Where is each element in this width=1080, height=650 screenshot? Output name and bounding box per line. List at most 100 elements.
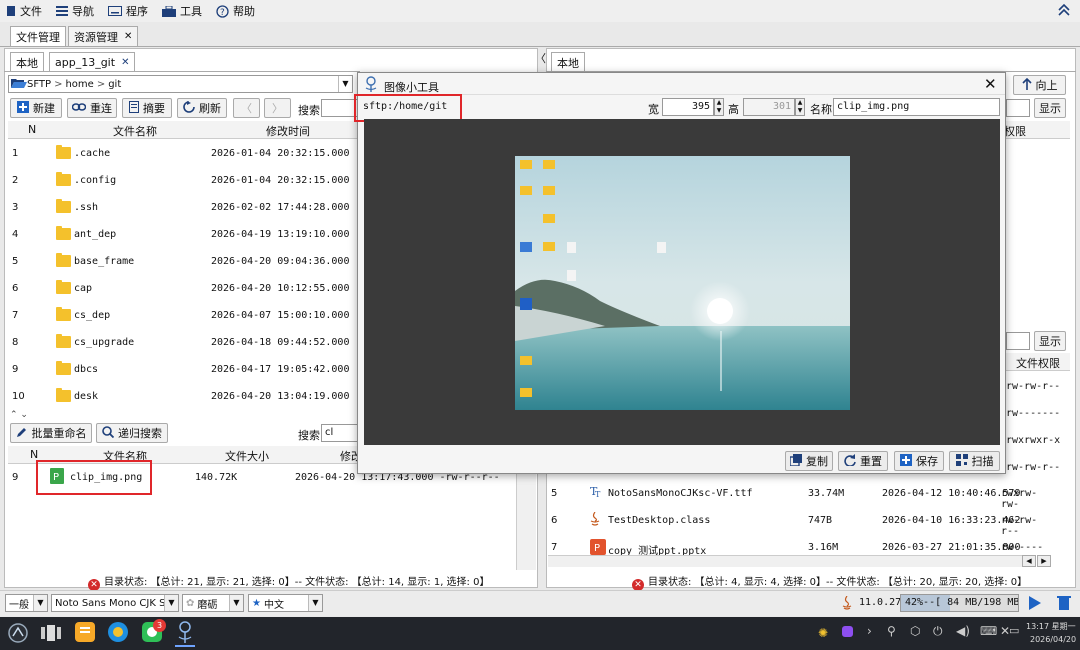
document-icon [129,100,139,116]
table-row[interactable]: 3 .ssh 2026-02-02 17:44:28.000 [8,194,358,221]
summary-button-label: 摘要 [143,102,165,115]
height-spinner[interactable]: ▲ ▼ [795,98,805,116]
power-icon[interactable]: ⏻ [933,624,943,639]
chat-bubble-icon[interactable]: ▭ [1009,624,1019,637]
volume-icon[interactable]: ◀) [956,624,970,638]
table-row[interactable]: 2 .config 2026-01-04 20:32:15.000 [8,167,358,194]
menu-tools[interactable]: 工具 [162,3,202,19]
lower-search-input[interactable]: cl [321,424,359,442]
reconnect-button[interactable]: 重连 [67,98,117,118]
header-perm-lower[interactable]: 文件权限 [1016,355,1060,371]
show-button[interactable]: 显示 [1034,98,1066,118]
horizontal-scrollbar[interactable] [548,555,1026,567]
right-perm-header: 权限 [1004,121,1070,139]
width-input[interactable]: 395 [662,98,714,116]
menu-help[interactable]: ? 帮助 [216,3,255,19]
refresh-icon [183,100,195,116]
brightness-icon[interactable]: ✺ [818,626,828,640]
search-icon[interactable]: ⚲ [887,624,896,638]
tab-local-left[interactable]: 本地 [10,52,44,72]
menu-nav[interactable]: 导航 [56,3,94,19]
table-row[interactable]: 6 cap 2026-04-20 10:12:55.000 [8,275,358,302]
table-row[interactable]: 8 cs_upgrade 2026-04-18 09:44:52.000 [8,329,358,356]
menu-program[interactable]: 程序 [108,3,148,19]
table-row[interactable]: 4 ant_dep 2026-04-19 13:19:10.000 [8,221,358,248]
play-icon[interactable] [1028,595,1042,614]
summary-button[interactable]: 摘要 [122,98,172,118]
copy-button[interactable]: 复制 [785,451,833,471]
memory-bar[interactable]: 42%--[ 84 MB/198 MB ] [900,594,1019,612]
batch-rename-button[interactable]: 批量重命名 [10,423,92,443]
keyboard-icon[interactable]: ⌨ [980,624,997,638]
launcher-icon[interactable] [8,623,28,646]
network-icon[interactable]: ⬡ [910,624,920,638]
height-input[interactable]: 301 [743,98,795,116]
new-button[interactable]: 新建 [10,98,62,118]
tab-local-right[interactable]: 本地 [551,52,585,72]
qr-scan-icon [955,453,968,469]
table-row[interactable]: 9 dbcs 2026-04-17 19:05:42.000 [8,356,358,383]
notes-app-icon[interactable] [75,622,95,645]
collapse-left-icon[interactable]: 〈 [535,50,546,66]
width-spinner[interactable]: ▲ ▼ [714,98,724,116]
up-button[interactable]: 向上 [1013,75,1066,95]
tab-resource-manager[interactable]: 资源管理 ✕ [68,26,139,46]
row-number: 3 [12,202,19,213]
splitter-arrows[interactable]: ⌃ ⌄ [10,410,28,420]
table-row[interactable]: 5 TT NotoSansMonoCJKsc-VF.ttf 33.74M 202… [548,480,1048,510]
multitask-icon[interactable] [41,625,61,644]
scroll-left-icon[interactable]: ◀ [1022,555,1036,567]
browser-icon[interactable] [108,622,128,645]
theme-select[interactable]: ✿ 磨砺 ▼ [182,594,244,612]
scrollbar-left[interactable] [516,466,536,570]
path-bar[interactable]: SFTP > home > git ▼ [8,75,353,93]
chevron-right-icon[interactable]: › [867,624,872,638]
lower-search-value: cl [325,427,334,438]
table-row[interactable]: 6 TestDesktop.class 747B 2026-04-10 16:3… [548,507,1048,537]
app-tray-icon[interactable] [842,626,853,637]
collapse-icon[interactable] [1058,3,1070,20]
header-perm[interactable]: 权限 [1004,123,1026,139]
show-button-lower[interactable]: 显示 [1034,331,1066,351]
header-n[interactable]: N [28,123,36,136]
recursive-search-button[interactable]: 递归搜索 [96,423,168,443]
trash-icon[interactable] [1057,595,1071,614]
tab-app-git[interactable]: app_13_git ✕ [49,52,136,72]
menu-tools-label: 工具 [180,5,202,18]
refresh-button[interactable]: 刷新 [177,98,227,118]
right-lower-search-input[interactable] [1006,332,1030,350]
header-name[interactable]: 文件名称 [113,123,157,139]
table-row[interactable]: 5 base_frame 2026-04-20 09:04:36.000 [8,248,358,275]
table-row[interactable]: 7 cs_dep 2026-04-07 15:00:10.000 [8,302,358,329]
scroll-right-icon[interactable]: ▶ [1037,555,1051,567]
table-row[interactable]: 1 .cache 2026-01-04 20:32:15.000 [8,140,358,167]
save-button[interactable]: 保存 [894,451,944,471]
close-icon[interactable]: ✕ [121,57,129,68]
tab-file-manager[interactable]: 文件管理 [10,26,66,46]
reset-button[interactable]: 重置 [838,451,888,471]
table-row[interactable]: 10 desk 2026-04-20 13:04:19.000 [8,383,358,410]
clock-time[interactable]: 13:17 星期一 [1026,621,1076,632]
path-segment-git[interactable]: git [108,79,121,90]
language-select[interactable]: ★ 中文 ▼ [248,594,323,612]
back-button[interactable]: 〈 [233,98,260,118]
close-icon[interactable]: ✕ [124,31,132,42]
path-segment-home[interactable]: home [65,79,93,90]
preview-image[interactable] [515,156,850,410]
name-input[interactable]: clip_img.png [833,98,1000,116]
menu-file[interactable]: 文件 [6,3,42,19]
chevron-down-icon[interactable]: ▼ [338,76,352,92]
forward-button[interactable]: 〉 [264,98,291,118]
header-modified[interactable]: 修改时间 [266,123,310,139]
show-button-label: 显示 [1039,102,1061,115]
dialog-close-icon[interactable]: ✕ [984,75,997,93]
clock-date[interactable]: 2026/04/20 [1030,635,1076,644]
scan-button[interactable]: 扫描 [949,451,1000,471]
header-size-lower[interactable]: 文件大小 [225,448,269,464]
mode-select[interactable]: 一般 ▼ [5,594,48,612]
font-select[interactable]: Noto Sans Mono CJK SC ▼ [51,594,179,612]
app-logo-icon[interactable] [176,621,194,646]
keyboard-icon [108,6,122,16]
right-search-input[interactable] [1006,99,1030,117]
row-time: 2026-01-04 20:32:15.000 [211,175,350,186]
